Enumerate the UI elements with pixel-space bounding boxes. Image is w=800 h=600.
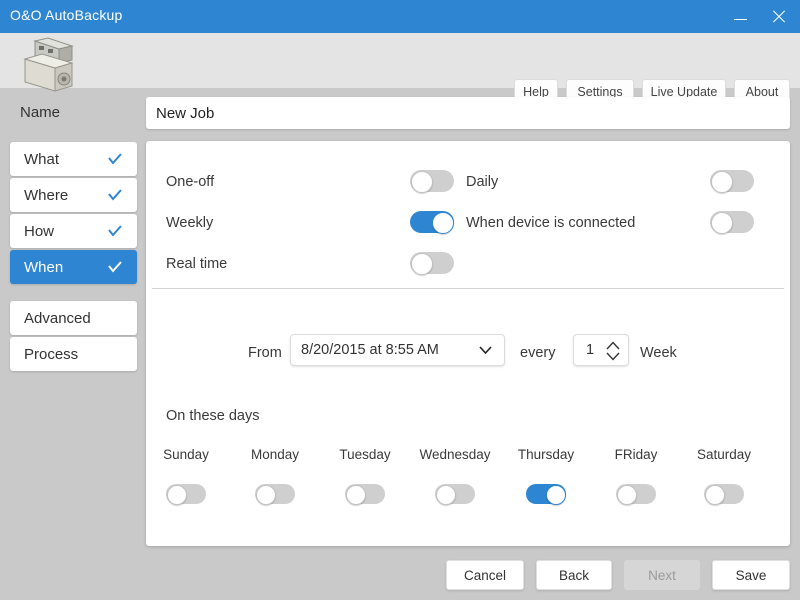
save-button[interactable]: Save (712, 560, 790, 590)
sidebar-item-label: When (24, 259, 63, 276)
check-icon (107, 151, 123, 167)
day-column-monday: Monday (230, 446, 320, 464)
friday-toggle[interactable] (616, 484, 656, 504)
interval-value: 1 (586, 342, 594, 358)
usb-drive-icon (15, 37, 81, 95)
day-label: Sunday (163, 447, 209, 462)
sidebar-item-how[interactable]: How (10, 214, 137, 248)
interval-stepper[interactable]: 1 (573, 334, 629, 366)
from-label: From (248, 345, 282, 361)
saturday-toggle[interactable] (704, 484, 744, 504)
stepper-arrows-icon[interactable] (606, 341, 620, 361)
one-off-label: One-off (166, 174, 214, 190)
weekly-label: Weekly (166, 215, 213, 231)
day-label: Monday (251, 447, 299, 462)
next-button: Next (624, 560, 700, 590)
wednesday-toggle[interactable] (435, 484, 475, 504)
start-datetime-value: 8/20/2015 at 8:55 AM (301, 342, 439, 358)
sidebar-item-what[interactable]: What (10, 142, 137, 176)
header-band: Help Settings Live Update About (0, 33, 800, 88)
back-button[interactable]: Back (536, 560, 612, 590)
sidebar-item-where[interactable]: Where (10, 178, 137, 212)
when-device-connected-toggle[interactable] (710, 211, 754, 233)
day-label: Saturday (697, 447, 751, 462)
sidebar-item-label: Where (24, 187, 68, 204)
day-column-friday: FRiday (591, 446, 681, 464)
day-column-thursday: Thursday (501, 446, 591, 464)
sidebar-item-process[interactable]: Process (10, 337, 137, 371)
start-datetime-dropdown[interactable]: 8/20/2015 at 8:55 AM (290, 334, 505, 366)
interval-unit-label: Week (640, 345, 677, 361)
sidebar-item-label: Advanced (24, 310, 91, 327)
monday-toggle[interactable] (255, 484, 295, 504)
sidebar-item-label: How (24, 223, 54, 240)
check-icon (107, 259, 123, 275)
job-name-input[interactable] (146, 97, 790, 129)
sidebar-item-when[interactable]: When (10, 250, 137, 284)
check-icon (107, 187, 123, 203)
sidebar-item-label: Process (24, 346, 78, 363)
real-time-toggle[interactable] (410, 252, 454, 274)
close-icon (772, 10, 785, 23)
check-icon (107, 223, 123, 239)
divider (152, 288, 784, 289)
cancel-button[interactable]: Cancel (446, 560, 524, 590)
app-window: O&O AutoBackup Help Settings L (0, 0, 800, 600)
minimize-icon (734, 19, 747, 20)
sidebar-item-advanced[interactable]: Advanced (10, 301, 137, 335)
one-off-toggle[interactable] (410, 170, 454, 192)
daily-label: Daily (466, 174, 498, 190)
day-label: Wednesday (419, 447, 490, 462)
tuesday-toggle[interactable] (345, 484, 385, 504)
day-label: FRiday (615, 447, 658, 462)
thursday-toggle[interactable] (526, 484, 566, 504)
daily-toggle[interactable] (710, 170, 754, 192)
sidebar-item-label: What (24, 151, 59, 168)
on-these-days-label: On these days (166, 408, 260, 424)
schedule-panel: One-off Weekly Real time Daily When devi… (146, 141, 790, 546)
day-column-wednesday: Wednesday (410, 446, 500, 464)
sunday-toggle[interactable] (166, 484, 206, 504)
when-device-connected-label: When device is connected (466, 215, 635, 231)
day-label: Tuesday (339, 447, 390, 462)
close-button[interactable] (758, 0, 798, 33)
title-bar: O&O AutoBackup (0, 0, 800, 33)
day-column-saturday: Saturday (679, 446, 769, 464)
day-column-tuesday: Tuesday (320, 446, 410, 464)
sidebar-name-label: Name (20, 104, 60, 121)
window-title: O&O AutoBackup (10, 7, 123, 23)
weekly-toggle[interactable] (410, 211, 454, 233)
every-label: every (520, 345, 555, 361)
minimize-button[interactable] (720, 0, 760, 33)
real-time-label: Real time (166, 256, 227, 272)
day-label: Thursday (518, 447, 574, 462)
day-column-sunday: Sunday (141, 446, 231, 464)
chevron-down-icon (479, 346, 492, 354)
